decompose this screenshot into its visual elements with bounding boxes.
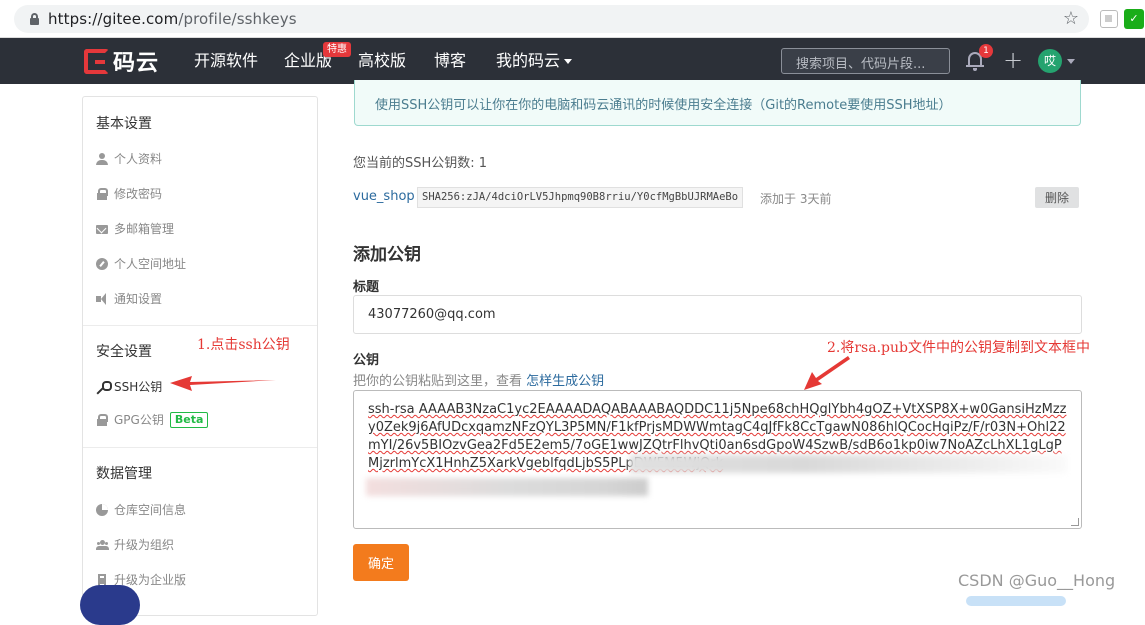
key-hint-text: 把你的公钥粘贴到这里，查看 bbox=[353, 374, 523, 389]
info-message: 使用SSH公钥可以让你在你的电脑和码云通讯的时候使用安全连接（Git的Remot… bbox=[354, 80, 1081, 126]
section-title-security: 安全设置 bbox=[96, 344, 152, 360]
divider bbox=[83, 325, 317, 326]
search-input[interactable]: 搜索项目、代码片段... bbox=[781, 48, 950, 74]
avatar-chevron-down-icon[interactable] bbox=[1067, 59, 1075, 64]
section-title-data: 数据管理 bbox=[96, 466, 152, 482]
nav-link-blog[interactable]: 博客 bbox=[434, 51, 466, 71]
avatar[interactable]: 哎 bbox=[1038, 49, 1062, 73]
ssh-key-name: vue_shop bbox=[353, 189, 415, 204]
extension-icon[interactable] bbox=[1100, 10, 1118, 28]
logo[interactable]: 码云 bbox=[84, 47, 160, 76]
sidebar-item-label: 升级为组织 bbox=[114, 538, 175, 552]
site-navbar: 码云 开源软件 企业版 特惠 高校版 博客 我的码云 搜索项目、代码片段... … bbox=[0, 38, 1145, 84]
watermark: CSDN @Guo__Hong bbox=[958, 571, 1116, 590]
extension-wechat-icon[interactable]: ✓ bbox=[1124, 9, 1144, 29]
ssh-key-fingerprint: SHA256:zJA/4dciOrLV5Jhpmq90B8rriu/Y0cfMg… bbox=[417, 187, 744, 208]
sidebar-item-repo-space[interactable]: 仓库空间信息 bbox=[96, 501, 186, 518]
sidebar-item-label: SSH公钥 bbox=[114, 380, 163, 394]
plus-icon[interactable]: + bbox=[1003, 47, 1023, 73]
settings-sidebar: 基本设置 个人资料 修改密码 多邮箱管理 个人空间地址 通知设置 安全设置 SS… bbox=[82, 96, 318, 616]
pie-chart-icon bbox=[96, 503, 108, 516]
key-icon bbox=[96, 380, 112, 393]
logo-text: 码云 bbox=[113, 51, 160, 76]
sidebar-item-label: 个人空间地址 bbox=[114, 257, 187, 271]
notification-count-badge: 1 bbox=[979, 44, 993, 58]
unlock-icon bbox=[96, 187, 108, 200]
sidebar-item-emails[interactable]: 多邮箱管理 bbox=[96, 220, 174, 237]
submit-button[interactable]: 确定 bbox=[353, 544, 409, 581]
add-key-heading: 添加公钥 bbox=[353, 245, 421, 265]
nav-link-university[interactable]: 高校版 bbox=[358, 51, 406, 71]
user-icon bbox=[96, 152, 108, 165]
browser-toolbar: https://gitee.com/profile/sshkeys ☆ ✓ bbox=[0, 0, 1145, 38]
hot-badge: 特惠 bbox=[323, 42, 351, 57]
ssh-key-added-time: 添加于 3天前 bbox=[760, 192, 832, 206]
sidebar-item-upgrade-org[interactable]: 升级为组织 bbox=[96, 536, 174, 553]
how-to-generate-key-link[interactable]: 怎样生成公钥 bbox=[526, 374, 604, 389]
sidebar-item-password[interactable]: 修改密码 bbox=[96, 185, 162, 202]
title-label: 标题 bbox=[353, 280, 380, 295]
sidebar-item-label: 修改密码 bbox=[114, 187, 163, 201]
sidebar-item-label: 仓库空间信息 bbox=[114, 503, 187, 517]
annotation-arrow-left-icon bbox=[170, 376, 276, 391]
users-icon bbox=[96, 539, 109, 551]
address-bar[interactable]: https://gitee.com/profile/sshkeys ☆ bbox=[14, 5, 1089, 33]
url-text[interactable]: https://gitee.com/profile/sshkeys bbox=[48, 10, 297, 28]
volume-icon bbox=[96, 292, 108, 305]
key-label: 公钥 bbox=[353, 353, 380, 368]
sidebar-item-space-url[interactable]: 个人空间地址 bbox=[96, 255, 186, 272]
key-hint: 把你的公钥粘贴到这里，查看 怎样生成公钥 bbox=[353, 370, 604, 389]
redacted-blur bbox=[366, 478, 648, 496]
envelope-icon bbox=[96, 223, 108, 235]
annotation-arrow-down-left-icon bbox=[804, 356, 850, 390]
resize-handle-icon[interactable] bbox=[1071, 518, 1079, 526]
sidebar-item-gpg-keys[interactable]: GPG公钥 Beta bbox=[96, 411, 209, 428]
floating-avatar[interactable] bbox=[80, 585, 140, 625]
section-title-basic: 基本设置 bbox=[96, 116, 152, 132]
beta-badge: Beta bbox=[169, 411, 209, 428]
lock-icon bbox=[30, 13, 39, 25]
sidebar-item-ssh-keys[interactable]: SSH公钥 bbox=[96, 378, 162, 395]
floating-button[interactable] bbox=[966, 596, 1066, 606]
nav-link-my-gitee[interactable]: 我的码云 bbox=[496, 51, 573, 71]
compass-icon bbox=[96, 257, 108, 270]
sidebar-item-notifications[interactable]: 通知设置 bbox=[96, 290, 162, 307]
divider bbox=[83, 447, 317, 448]
lock-icon bbox=[96, 413, 108, 426]
sidebar-item-label: 个人资料 bbox=[114, 152, 163, 166]
building-icon bbox=[96, 573, 108, 586]
sidebar-item-label: 多邮箱管理 bbox=[114, 222, 175, 236]
annotation-step-1: 1.点击ssh公钥 bbox=[197, 337, 290, 353]
info-message-text: 使用SSH公钥可以让你在你的电脑和码云通讯的时候使用安全连接（Git的Remot… bbox=[375, 98, 952, 113]
sidebar-item-profile[interactable]: 个人资料 bbox=[96, 150, 162, 167]
sidebar-item-label: GPG公钥 bbox=[114, 413, 164, 427]
chevron-down-icon bbox=[564, 59, 573, 64]
title-input[interactable] bbox=[353, 295, 1082, 334]
sidebar-item-label: 通知设置 bbox=[114, 292, 163, 306]
nav-link-my-gitee-label: 我的码云 bbox=[496, 51, 561, 70]
ssh-key-count: 您当前的SSH公钥数: 1 bbox=[353, 156, 488, 171]
delete-key-button[interactable]: 删除 bbox=[1035, 187, 1079, 208]
bookmark-star-icon[interactable]: ☆ bbox=[1063, 8, 1079, 30]
nav-link-open-source[interactable]: 开源软件 bbox=[194, 51, 258, 71]
gitee-logo-icon bbox=[84, 48, 109, 74]
annotation-step-2: 2.将rsa.pub文件中的公钥复制到文本框中 bbox=[827, 340, 1090, 356]
redacted-blur bbox=[630, 455, 1067, 473]
